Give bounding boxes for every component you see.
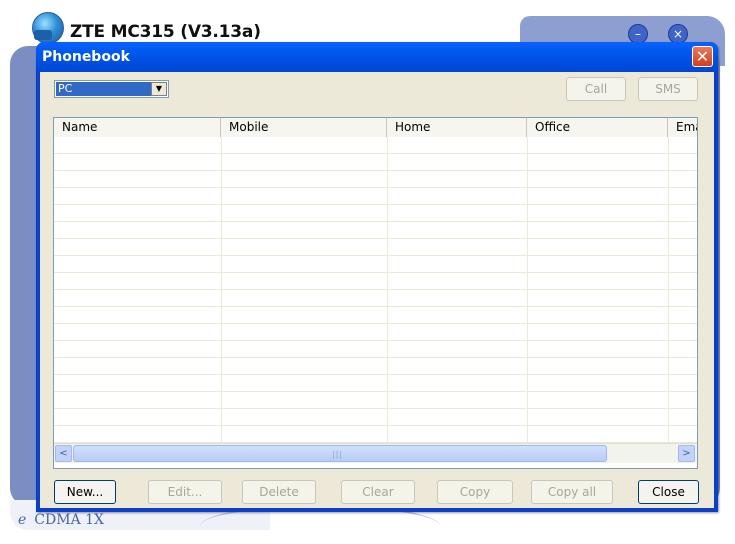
column-header-home[interactable]: Home [387, 118, 527, 137]
column-divider [527, 137, 528, 443]
scrollbar-thumb[interactable]: ||| [73, 445, 607, 462]
edit-button[interactable]: Edit... [148, 480, 222, 504]
column-divider [221, 137, 222, 443]
network-icon: e [18, 512, 27, 528]
column-divider [387, 137, 388, 443]
storage-select[interactable]: PC ▼ [54, 80, 169, 98]
sms-button[interactable]: SMS [638, 77, 698, 101]
delete-button[interactable]: Delete [242, 480, 316, 504]
phonebook-dialog: Phonebook ✕ PC ▼ Call SMS Name Mobile Ho… [36, 42, 718, 512]
column-header-email[interactable]: Ema [668, 118, 697, 137]
call-button[interactable]: Call [566, 77, 626, 101]
dialog-close-button[interactable]: ✕ [692, 46, 713, 67]
list-rows[interactable] [54, 137, 697, 443]
copy-button[interactable]: Copy [437, 480, 513, 504]
minimize-icon[interactable]: – [628, 24, 648, 44]
column-header-name[interactable]: Name [54, 118, 221, 137]
list-header: Name Mobile Home Office Ema [54, 118, 697, 138]
background-app-title: ZTE MC315 (V3.13a) [70, 22, 261, 42]
close-button[interactable]: Close [638, 480, 699, 504]
dialog-title: Phonebook [42, 49, 130, 65]
clear-button[interactable]: Clear [341, 480, 415, 504]
storage-select-value: PC [56, 82, 151, 96]
column-header-mobile[interactable]: Mobile [221, 118, 387, 137]
scroll-left-icon[interactable]: < [55, 445, 72, 462]
dialog-titlebar[interactable]: Phonebook ✕ [36, 42, 718, 72]
grip-icon: ||| [332, 450, 344, 459]
scroll-right-icon[interactable]: > [678, 445, 695, 462]
column-header-office[interactable]: Office [527, 118, 668, 137]
chevron-down-icon[interactable]: ▼ [151, 82, 167, 96]
network-status-text: CDMA 1X [34, 512, 105, 528]
network-status: e CDMA 1X [18, 512, 104, 528]
horizontal-scrollbar[interactable]: < ||| > [54, 443, 697, 463]
contacts-list[interactable]: Name Mobile Home Office Ema < ||| > [53, 117, 698, 469]
app-badge-icon [34, 30, 52, 40]
copy-all-button[interactable]: Copy all [531, 480, 613, 504]
column-divider [668, 137, 669, 443]
dialog-client-area: PC ▼ Call SMS Name Mobile Home Office Em… [40, 72, 714, 508]
new-button[interactable]: New... [54, 480, 116, 504]
close-icon[interactable]: × [668, 24, 688, 44]
